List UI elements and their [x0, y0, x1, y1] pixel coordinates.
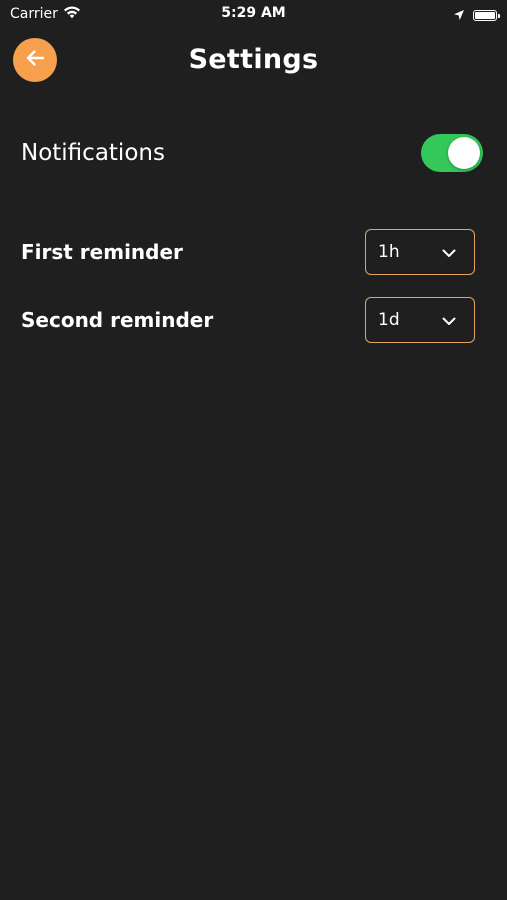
second-reminder-row: Second reminder 1d: [21, 296, 475, 344]
first-reminder-label: First reminder: [21, 240, 183, 264]
first-reminder-select[interactable]: 1h: [365, 229, 475, 275]
status-time: 5:29 AM: [221, 5, 286, 21]
first-reminder-row: First reminder 1h: [21, 228, 475, 276]
location-arrow-icon: [453, 6, 465, 25]
second-reminder-label: Second reminder: [21, 308, 214, 332]
battery-icon: [473, 10, 500, 21]
notifications-row: Notifications: [21, 130, 483, 176]
notifications-label: Notifications: [21, 140, 165, 166]
status-bar: Carrier 5:29 AM: [0, 0, 507, 28]
header: Settings: [0, 38, 507, 84]
status-right: [453, 6, 500, 25]
notifications-toggle[interactable]: [421, 134, 483, 172]
toggle-knob: [448, 137, 480, 169]
page-title: Settings: [188, 44, 319, 75]
second-reminder-value: 1d: [378, 310, 400, 330]
chevron-down-icon: [442, 243, 456, 262]
settings-screen: Carrier 5:29 AM Settings Notifications F…: [0, 0, 507, 900]
first-reminder-value: 1h: [378, 242, 400, 262]
chevron-down-icon: [442, 311, 456, 330]
second-reminder-select[interactable]: 1d: [365, 297, 475, 343]
